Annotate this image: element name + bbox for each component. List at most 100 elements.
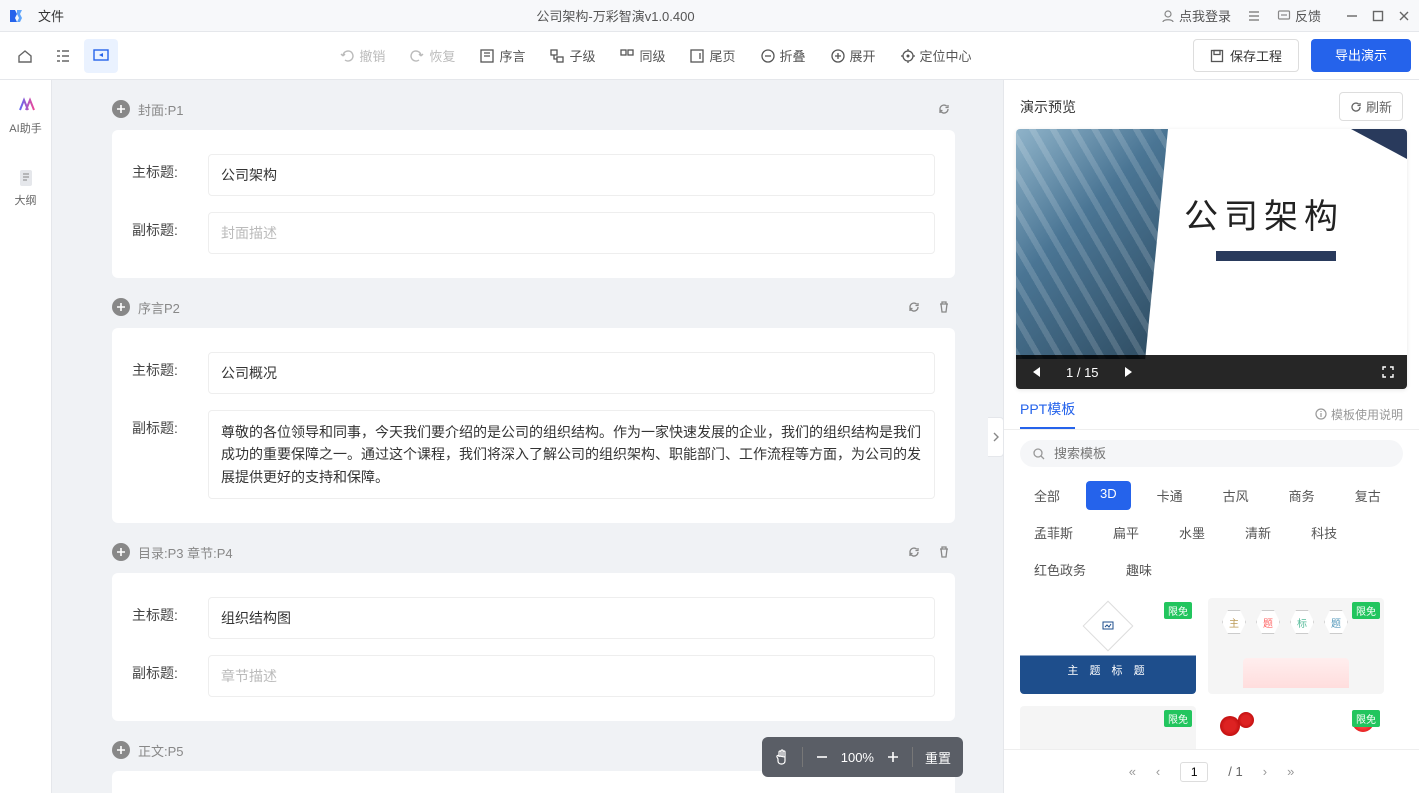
template-tag[interactable]: 红色政务 — [1020, 555, 1100, 584]
template-thumb[interactable]: 限免 — [1020, 706, 1196, 749]
delete-section-button[interactable] — [933, 296, 955, 318]
template-thumb[interactable]: 主 题 标 题 限免 — [1208, 598, 1384, 694]
preview-slide-title: 公司架构 — [1184, 189, 1344, 238]
template-thumb[interactable]: 主 题 标 题 限免 — [1020, 598, 1196, 694]
refresh-section-button[interactable] — [903, 541, 925, 563]
pager-next-button[interactable]: › — [1263, 764, 1267, 779]
minimize-button[interactable] — [1345, 9, 1359, 23]
undo-button[interactable]: 撤销 — [339, 46, 385, 65]
preview-page-indicator: 1 / 15 — [1066, 365, 1099, 380]
refresh-section-button[interactable] — [933, 98, 955, 120]
add-section-button[interactable] — [112, 100, 130, 118]
template-tag[interactable]: 古风 — [1209, 481, 1263, 510]
field-label: 主标题: — [132, 352, 192, 380]
sidebar-item-label: AI助手 — [9, 120, 41, 136]
field-input[interactable]: 公司架构 — [208, 154, 935, 196]
template-tag[interactable]: 趣味 — [1112, 555, 1166, 584]
sidebar-item-ai[interactable]: AI助手 — [0, 92, 51, 140]
child-icon — [549, 48, 565, 64]
zoom-in-button[interactable] — [886, 750, 900, 764]
locate-icon — [900, 48, 916, 64]
zoom-reset-button[interactable]: 重置 — [925, 748, 951, 767]
section-label: 目录:P3 章节:P4 — [138, 543, 233, 562]
sidebar-item-outline[interactable]: 大纲 — [0, 164, 51, 212]
pager-current-input[interactable] — [1180, 762, 1208, 782]
save-button[interactable]: 保存工程 — [1193, 39, 1299, 72]
redo-button[interactable]: 恢复 — [409, 46, 455, 65]
preview-underline — [1216, 251, 1336, 261]
close-button[interactable] — [1397, 9, 1411, 23]
present-view-button[interactable] — [84, 39, 118, 73]
collapse-icon — [760, 48, 776, 64]
file-menu[interactable]: 文件 — [32, 4, 70, 27]
section-header: 序言P2 — [112, 290, 955, 324]
template-tag[interactable]: 商务 — [1275, 481, 1329, 510]
refresh-preview-button[interactable]: 刷新 — [1339, 92, 1403, 121]
template-thumbs: 主 题 标 题 限免 主 题 标 题 限免 限免 限免 — [1004, 594, 1419, 749]
field-input[interactable]: 公司概况 — [208, 352, 935, 394]
pan-tool-icon[interactable] — [774, 749, 790, 765]
endpage-icon — [689, 48, 705, 64]
free-badge: 限免 — [1164, 710, 1192, 727]
tab-ppt-templates[interactable]: PPT模板 — [1020, 399, 1075, 429]
field-textarea[interactable]: 尊敬的各位领导和同事，今天我们要介绍的是公司的组织结构。作为一家快速发展的企业，… — [208, 410, 935, 499]
delete-section-button[interactable] — [933, 541, 955, 563]
field-row: 主标题: 组织结构图 — [132, 589, 935, 647]
free-badge: 限免 — [1352, 710, 1380, 727]
add-section-button[interactable] — [112, 298, 130, 316]
field-row: 副标题:章节描述 — [132, 647, 935, 705]
template-search-box[interactable] — [1020, 440, 1403, 467]
preview-fullscreen-button[interactable] — [1381, 365, 1395, 379]
login-link[interactable]: 点我登录 — [1161, 6, 1231, 25]
add-section-button[interactable] — [112, 543, 130, 561]
chat-icon — [1277, 9, 1291, 23]
sibling-button[interactable]: 同级 — [619, 46, 665, 65]
pager-prev-button[interactable]: ‹ — [1156, 764, 1160, 779]
home-button[interactable] — [8, 39, 42, 73]
pager-first-button[interactable]: « — [1129, 764, 1136, 779]
template-tag[interactable]: 孟菲斯 — [1020, 518, 1087, 547]
maximize-button[interactable] — [1371, 9, 1385, 23]
preview-canvas: 公司架构 1 / 15 — [1016, 129, 1407, 389]
template-search-input[interactable] — [1054, 446, 1391, 461]
template-tag[interactable]: 扁平 — [1099, 518, 1153, 547]
template-tag[interactable]: 全部 — [1020, 481, 1074, 510]
sibling-icon — [619, 48, 635, 64]
preview-first-button[interactable] — [1028, 365, 1042, 379]
child-button[interactable]: 子级 — [549, 46, 595, 65]
editor-column: 封面:P1 主标题:公司架构副标题:封面描述 序言P2 主标题:公司概况副标题:… — [52, 80, 1003, 793]
export-button[interactable]: 导出演示 — [1311, 39, 1411, 72]
zoom-out-button[interactable] — [815, 750, 829, 764]
template-tag[interactable]: 复古 — [1341, 481, 1395, 510]
menu-icon[interactable] — [1247, 9, 1261, 23]
refresh-section-button[interactable] — [903, 296, 925, 318]
field-label: 主标题: — [132, 597, 192, 625]
free-badge: 限免 — [1352, 602, 1380, 619]
template-tag[interactable]: 科技 — [1297, 518, 1351, 547]
template-tag[interactable]: 水墨 — [1165, 518, 1219, 547]
collapse-button[interactable]: 折叠 — [760, 46, 806, 65]
field-input[interactable]: 章节描述 — [208, 655, 935, 697]
toolbar: 撤销 恢复 序言 子级 同级 尾页 折叠 展开 — [0, 32, 1419, 80]
field-input[interactable]: 封面描述 — [208, 212, 935, 254]
expand-button[interactable]: 展开 — [830, 46, 876, 65]
collapse-right-panel-button[interactable] — [988, 417, 1004, 457]
preface-button[interactable]: 序言 — [479, 46, 525, 65]
feedback-link[interactable]: 反馈 — [1277, 6, 1321, 25]
template-tag[interactable]: 3D — [1086, 481, 1131, 510]
section-label: 序言P2 — [138, 298, 180, 317]
pager-total: / 1 — [1228, 764, 1242, 779]
pager-last-button[interactable]: » — [1287, 764, 1294, 779]
endpage-button[interactable]: 尾页 — [689, 46, 735, 65]
preview-header-title: 演示预览 — [1020, 97, 1076, 117]
template-tag[interactable]: 卡通 — [1143, 481, 1197, 510]
section-card: 主标题: 组织结构图副标题:章节描述 — [112, 573, 955, 721]
template-help-link[interactable]: 模板使用说明 — [1315, 406, 1403, 423]
locate-button[interactable]: 定位中心 — [900, 46, 972, 65]
field-input[interactable]: 组织结构图 — [208, 597, 935, 639]
outline-view-button[interactable] — [46, 39, 80, 73]
template-tag[interactable]: 清新 — [1231, 518, 1285, 547]
template-thumb[interactable]: 限免 — [1208, 706, 1384, 749]
preview-next-button[interactable] — [1123, 365, 1137, 379]
add-section-button[interactable] — [112, 741, 130, 759]
